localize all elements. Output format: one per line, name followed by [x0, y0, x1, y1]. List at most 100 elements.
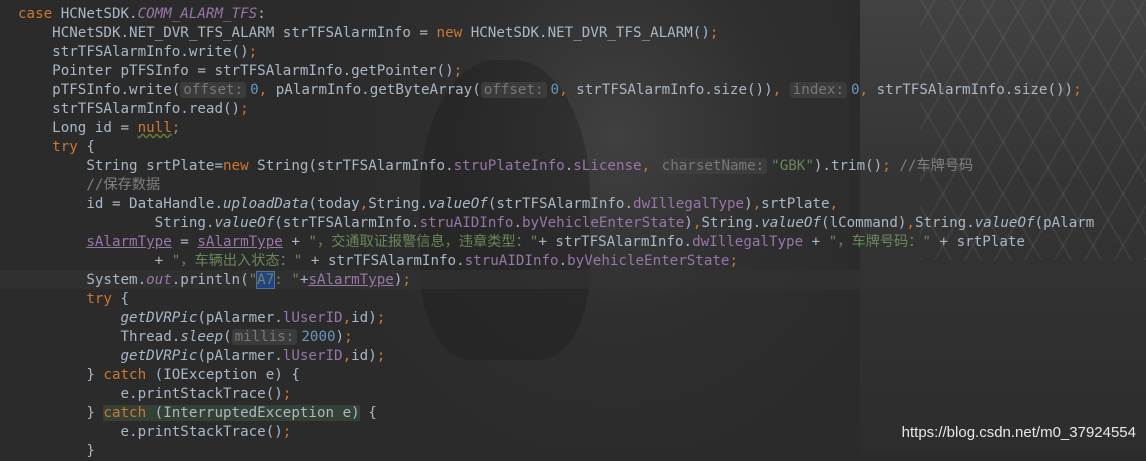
code-token: :: [257, 6, 266, 22]
code-token: HCNetSDK.: [60, 6, 138, 22]
code-token: .: [564, 158, 574, 174]
code-token: struPlateInfo: [453, 158, 565, 174]
code-token: "，交通取证报警信息，违章类型：": [308, 234, 539, 250]
code-line[interactable]: } catch (InterruptedException e) {: [18, 404, 377, 423]
code-token: ).trim(): [813, 158, 883, 174]
code-line[interactable]: pTFSInfo.write(offset: 0, pAlarmInfo.getB…: [18, 81, 1082, 100]
code-line[interactable]: e.printStackTrace();: [18, 385, 291, 404]
code-token: ;: [882, 158, 900, 174]
code-token: System.: [18, 272, 147, 288]
code-token: srtPlate: [761, 196, 830, 212]
code-token: ,: [342, 310, 352, 326]
code-token: sAlarmType: [308, 272, 394, 288]
code-token: try: [86, 291, 121, 307]
code-token: ;: [453, 63, 463, 79]
code-token: strTFSAlarmInfo.size()): [576, 82, 773, 98]
code-line[interactable]: Pointer pTFSInfo = strTFSAlarmInfo.getPo…: [18, 62, 462, 81]
code-line[interactable]: e.printStackTrace();: [18, 423, 291, 442]
code-line[interactable]: //保存数据: [18, 176, 160, 195]
code-token: ;: [248, 44, 258, 60]
code-token: }: [18, 405, 104, 421]
code-token: (IOException e) {: [154, 367, 300, 383]
code-line[interactable]: + "，车辆出入状态：" + strTFSAlarmInfo.struAIDIn…: [18, 252, 738, 271]
code-line[interactable]: getDVRPic(pAlarmer.lUserID,id);: [18, 309, 386, 328]
code-line[interactable]: System.out.println("A7: "+sAlarmType);: [18, 271, 411, 290]
code-line[interactable]: String.valueOf(strTFSAlarmInfo.struAIDIn…: [18, 214, 1095, 233]
code-token: id): [351, 348, 377, 364]
code-line[interactable]: try {: [18, 290, 129, 309]
code-line[interactable]: strTFSAlarmInfo.read();: [18, 100, 248, 119]
code-token: (pAlarmer.: [197, 348, 283, 364]
code-line[interactable]: id = DataHandle.uploadData(today,String.…: [18, 195, 838, 214]
code-token: ,: [752, 196, 762, 212]
code-token: sleep: [180, 329, 224, 345]
code-token: ;: [729, 253, 738, 269]
code-token: HCNetSDK.NET_DVR_TFS_ALARM strTFSAlarmIn…: [18, 25, 437, 41]
code-token: +: [803, 234, 829, 250]
code-token: + srtPlate: [930, 234, 1025, 250]
parameter-hint: index:: [789, 82, 847, 98]
code-token: sLicense: [573, 158, 642, 174]
code-token: getDVRPic: [120, 348, 198, 364]
code-token: (today: [308, 196, 360, 212]
code-line[interactable]: HCNetSDK.NET_DVR_TFS_ALARM strTFSAlarmIn…: [18, 24, 718, 43]
code-token: + strTFSAlarmInfo.: [302, 253, 465, 269]
code-token: case: [18, 6, 61, 22]
code-token: 0: [250, 82, 259, 98]
code-line[interactable]: }: [18, 442, 95, 461]
code-token: lUserID: [282, 348, 343, 364]
code-token: new: [436, 25, 471, 41]
code-line[interactable]: sAlarmType = sAlarmType + "，交通取证报警信息，违章类…: [18, 233, 1025, 252]
code-token: lUserID: [282, 310, 343, 326]
code-token: struAIDInfo: [419, 215, 514, 231]
code-token: pTFSInfo.write(: [18, 82, 181, 98]
code-line[interactable]: strTFSAlarmInfo.write();: [18, 43, 257, 62]
code-line[interactable]: Long id = null;: [18, 119, 180, 138]
code-token: "，车辆出入状态：": [171, 253, 303, 269]
code-token: {: [359, 405, 377, 421]
code-token: dwIllegalType: [692, 234, 804, 250]
code-token: getDVRPic: [120, 310, 198, 326]
code-line[interactable]: case HCNetSDK.COMM_ALARM_TFS:: [18, 5, 266, 24]
code-token: ;: [282, 424, 292, 440]
code-token: ,: [906, 215, 915, 231]
code-token: strTFSAlarmInfo.size()): [876, 82, 1074, 98]
code-token: valueOf: [974, 215, 1035, 231]
code-token: e.printStackTrace(): [18, 386, 283, 402]
code-token: ): [684, 215, 693, 231]
code-token: valueOf: [214, 215, 275, 231]
code-token: id): [351, 310, 377, 326]
code-token: ;: [282, 386, 292, 402]
code-token: ;: [1073, 82, 1082, 98]
code-token: ,: [559, 82, 577, 98]
code-line[interactable]: } catch (IOException e) {: [18, 366, 300, 385]
code-line[interactable]: Thread.sleep(millis: 2000);: [18, 328, 353, 347]
code-token: byVehicleEnterState: [522, 215, 685, 231]
code-token: 0: [850, 82, 860, 98]
code-line[interactable]: try {: [18, 138, 95, 157]
code-token: out: [146, 272, 172, 288]
code-token: 0: [550, 82, 560, 98]
code-token: String.: [368, 196, 429, 212]
code-token: String.: [18, 215, 215, 231]
code-token: uploadData: [223, 196, 309, 212]
code-token: String srtPlate=: [18, 158, 223, 174]
parameter-hint: offset:: [480, 82, 547, 98]
code-token: COMM_ALARM_TFS: [137, 6, 258, 22]
code-token: ,: [772, 82, 790, 98]
code-token: "GBK": [771, 158, 814, 174]
code-token: A7: [256, 271, 276, 289]
code-token: //保存数据: [86, 177, 161, 193]
code-token: valueOf: [761, 215, 821, 231]
code-token: String.: [914, 215, 975, 231]
code-token: ,: [641, 158, 659, 174]
code-line[interactable]: String srtPlate=new String(strTFSAlarmIn…: [18, 157, 973, 176]
code-token: //车牌号码: [899, 158, 974, 174]
code-line[interactable]: getDVRPic(pAlarmer.lUserID,id);: [18, 347, 386, 366]
code-token: }: [18, 367, 104, 383]
